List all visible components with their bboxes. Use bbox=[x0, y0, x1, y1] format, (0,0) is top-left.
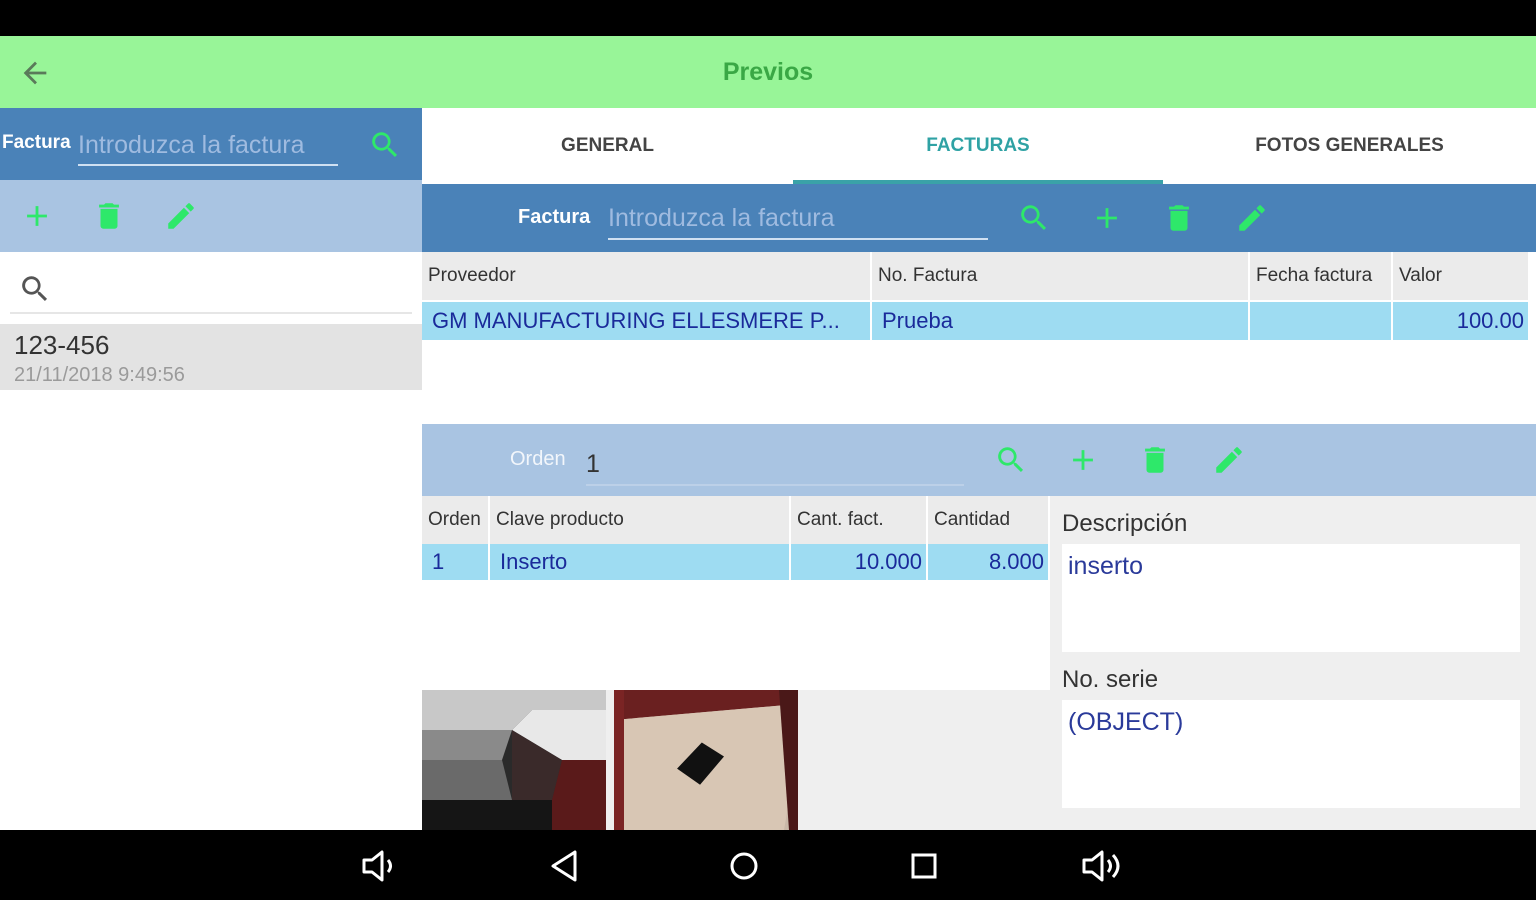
column-header-clave-producto[interactable]: Clave producto bbox=[490, 496, 791, 544]
cell-cantidad: 8.000 bbox=[928, 544, 1050, 580]
left-pane: Factura 123-456 21/11/2018 9:49:56 bbox=[0, 108, 422, 830]
tab-facturas[interactable]: FACTURAS bbox=[793, 108, 1163, 184]
left-search-bar: Factura bbox=[0, 108, 422, 180]
tab-fotos-generales[interactable]: FOTOS GENERALES bbox=[1163, 108, 1536, 184]
search-icon[interactable] bbox=[994, 443, 1028, 477]
delete-icon[interactable] bbox=[1162, 201, 1196, 235]
tab-general[interactable]: GENERAL bbox=[422, 108, 793, 184]
cell-valor: 100.00 bbox=[1393, 302, 1530, 340]
serie-field[interactable]: (OBJECT) bbox=[1062, 700, 1520, 808]
factura-input[interactable] bbox=[608, 198, 988, 240]
list-item-code: 123-456 bbox=[14, 330, 110, 360]
photo-thumbnail[interactable] bbox=[614, 690, 798, 830]
system-nav-bar bbox=[0, 830, 1536, 900]
back-nav-icon[interactable] bbox=[543, 844, 587, 888]
delete-icon[interactable] bbox=[1138, 443, 1172, 477]
column-header-no-factura[interactable]: No. Factura bbox=[872, 252, 1250, 300]
cell-fecha-factura bbox=[1250, 302, 1393, 340]
factura-search-input[interactable] bbox=[78, 126, 338, 166]
add-icon[interactable] bbox=[20, 199, 54, 233]
orden-input[interactable]: 1 bbox=[586, 444, 964, 486]
factura-label: Factura bbox=[2, 132, 71, 153]
edit-icon[interactable] bbox=[1235, 201, 1269, 235]
app-bar: Previos bbox=[0, 36, 1536, 108]
search-icon[interactable] bbox=[1017, 201, 1051, 235]
column-header-fecha-factura[interactable]: Fecha factura bbox=[1250, 252, 1393, 300]
left-action-bar bbox=[0, 180, 422, 252]
page-title: Previos bbox=[722, 58, 814, 86]
volume-up-icon[interactable] bbox=[1080, 844, 1124, 888]
status-bar bbox=[0, 0, 1536, 36]
tab-bar: GENERAL FACTURAS FOTOS GENERALES bbox=[422, 108, 1536, 184]
delete-icon[interactable] bbox=[92, 199, 126, 233]
cell-clave-producto: Inserto bbox=[490, 544, 791, 580]
facturas-table: Proveedor No. Factura Fecha factura Valo… bbox=[422, 252, 1536, 424]
search-icon bbox=[22, 276, 48, 302]
filter-underline bbox=[10, 312, 412, 314]
add-icon[interactable] bbox=[1090, 201, 1124, 235]
descripcion-value: inserto bbox=[1068, 552, 1144, 580]
volume-down-icon[interactable] bbox=[358, 844, 402, 888]
factura-toolbar: Factura bbox=[422, 184, 1536, 252]
home-nav-icon[interactable] bbox=[722, 844, 766, 888]
orden-label: Orden bbox=[510, 448, 566, 470]
photo-thumbnail[interactable] bbox=[422, 690, 606, 830]
column-header-cantidad[interactable]: Cantidad bbox=[928, 496, 1050, 544]
cell-proveedor: GM MANUFACTURING ELLESMERE P... bbox=[422, 302, 872, 340]
factura-label: Factura bbox=[518, 206, 591, 228]
cell-cant-fact: 10.000 bbox=[791, 544, 928, 580]
add-icon[interactable] bbox=[1066, 443, 1100, 477]
column-header-orden[interactable]: Orden bbox=[422, 496, 490, 544]
cell-orden: 1 bbox=[422, 544, 490, 580]
edit-icon[interactable] bbox=[1212, 443, 1246, 477]
recents-nav-icon[interactable] bbox=[902, 844, 946, 888]
serie-label: No. serie bbox=[1062, 666, 1159, 693]
orden-detail: Orden Clave producto Cant. fact. Cantida… bbox=[422, 496, 1536, 830]
list-filter[interactable] bbox=[0, 252, 422, 324]
serie-value: (OBJECT) bbox=[1068, 708, 1184, 736]
search-icon[interactable] bbox=[368, 128, 402, 162]
column-header-proveedor[interactable]: Proveedor bbox=[422, 252, 872, 300]
descripcion-label: Descripción bbox=[1062, 510, 1188, 537]
column-header-cant-fact[interactable]: Cant. fact. bbox=[791, 496, 928, 544]
column-header-valor[interactable]: Valor bbox=[1393, 252, 1530, 300]
descripcion-field[interactable]: inserto bbox=[1062, 544, 1520, 652]
list-item[interactable]: 123-456 21/11/2018 9:49:56 bbox=[0, 324, 422, 390]
cell-no-factura: Prueba bbox=[872, 302, 1250, 340]
list-item-date: 21/11/2018 9:49:56 bbox=[14, 364, 185, 386]
orden-table: Orden Clave producto Cant. fact. Cantida… bbox=[422, 496, 1050, 690]
orden-toolbar: Orden 1 bbox=[422, 424, 1536, 496]
edit-icon[interactable] bbox=[164, 199, 198, 233]
